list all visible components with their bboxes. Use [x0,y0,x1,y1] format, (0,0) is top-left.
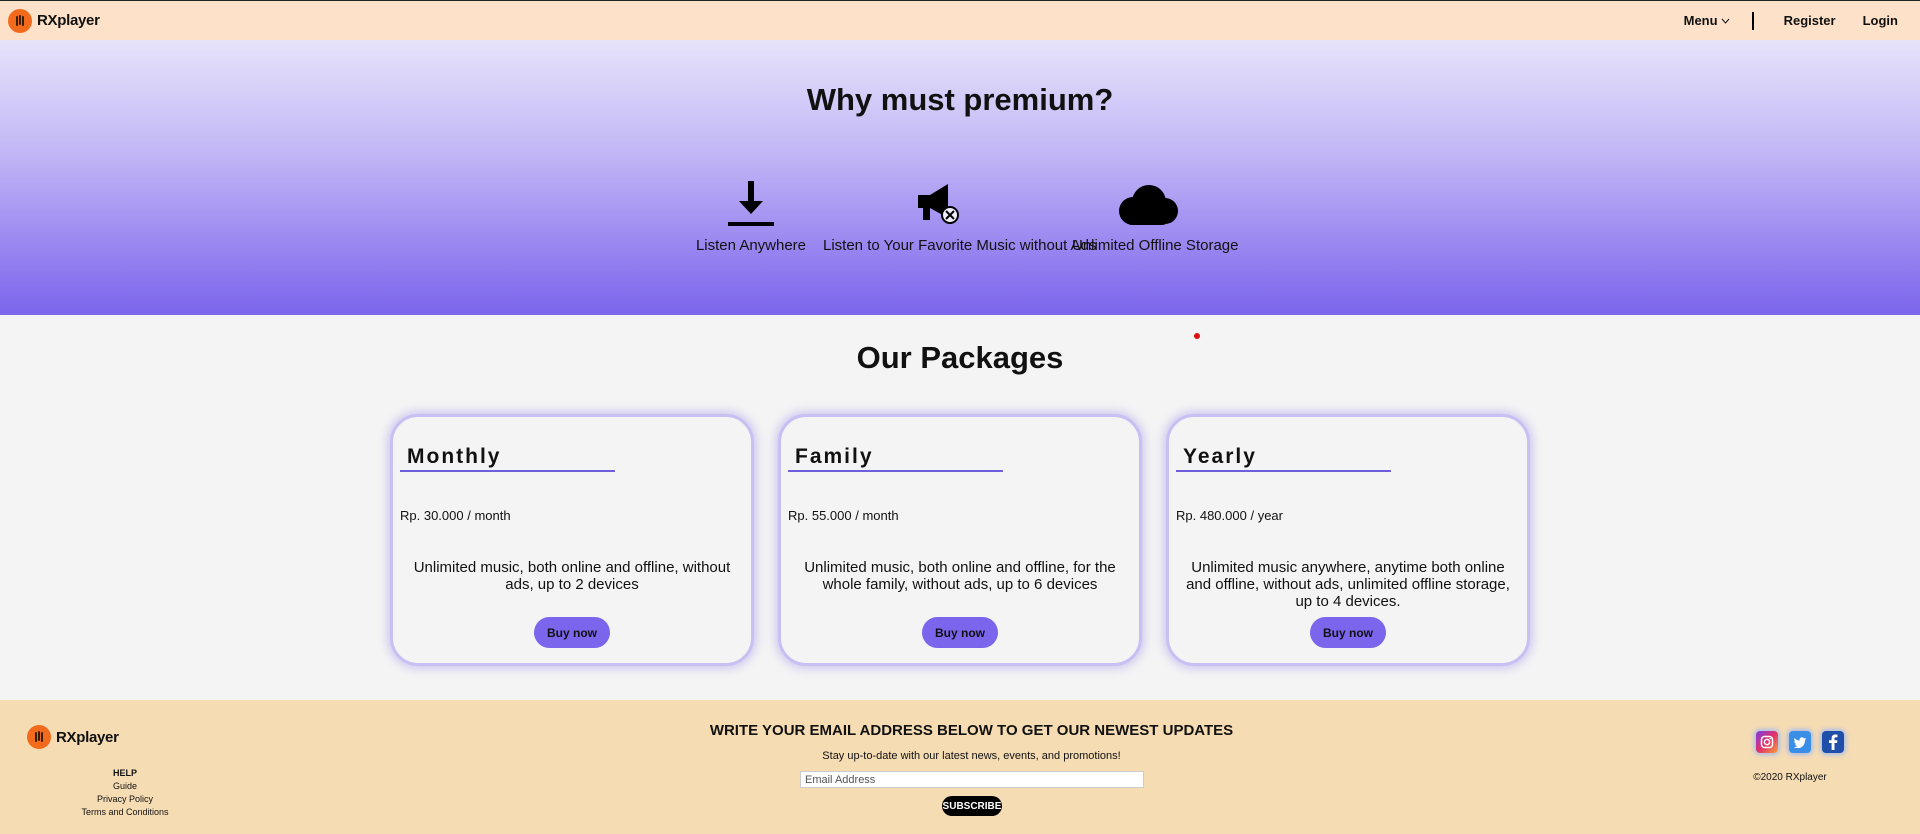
guide-link[interactable]: Guide [70,780,180,793]
package-card-monthly: Monthly Rp. 30.000 / month Unlimited mus… [390,414,754,666]
package-description: Unlimited music, both online and offline… [804,559,1116,593]
menu-dropdown[interactable]: Menu [1684,13,1730,28]
cloud-icon [1072,175,1222,227]
package-name-underline [788,470,1003,472]
package-card-family: Family Rp. 55.000 / month Unlimited musi… [778,414,1142,666]
package-name-underline [400,470,615,472]
feature-label: Listen to Your Favorite Music without Ad… [823,237,1097,254]
social-links [1756,731,1844,753]
download-icon [695,175,807,227]
package-price: Rp. 55.000 / month [788,508,899,523]
price-value: Rp. 55.000 [788,508,852,523]
subscribe-button[interactable]: SUBSCRIBE [942,796,1002,816]
help-heading: HELP [112,768,137,778]
email-field[interactable] [800,771,1144,788]
buy-now-button[interactable]: Buy now [922,617,998,648]
copyright: ©2020 RXplayer [1753,772,1827,783]
buy-now-button[interactable]: Buy now [1310,617,1386,648]
twitter-icon[interactable] [1789,731,1811,753]
navbar: RXplayer Menu Register Login [0,0,1920,40]
package-card-yearly: Yearly Rp. 480.000 / year Unlimited musi… [1166,414,1530,666]
menu-label: Menu [1683,13,1718,28]
package-name: Monthly [407,445,502,468]
hero-title: Why must premium? [806,82,1114,117]
feature-offline-storage: Unlimited Offline Storage [1072,175,1239,254]
price-period: / month [467,508,511,523]
package-name-underline [1176,470,1391,472]
terms-link[interactable]: Terms and Conditions [70,806,180,819]
price-period: / year [1250,508,1283,523]
package-price: Rp. 30.000 / month [400,508,511,523]
feature-label: Listen Anywhere [695,237,807,254]
instagram-icon[interactable] [1756,731,1778,753]
facebook-icon[interactable] [1822,731,1844,753]
price-period: / month [855,508,899,523]
newsletter-subtitle: Stay up-to-date with our latest news, ev… [822,750,1121,762]
footer: RXplayer HELP Guide Privacy Policy Terms… [0,700,1920,834]
cursor-dot [1194,333,1200,339]
package-price: Rp. 480.000 / year [1176,508,1283,523]
hero-section: Why must premium? Listen Anywhere Listen… [0,40,1920,315]
logo-icon [8,8,32,33]
feature-listen-anywhere: Listen Anywhere [695,175,807,254]
login-link[interactable]: Login [1863,13,1898,28]
package-name: Family [795,445,874,468]
package-description: Unlimited music anywhere, anytime both o… [1186,559,1510,610]
packages-title: Our Packages [856,340,1064,375]
package-name: Yearly [1183,445,1257,468]
chevron-down-icon [1721,18,1729,24]
price-value: Rp. 30.000 [400,508,464,523]
megaphone-mute-icon [823,175,1053,227]
brand[interactable]: RXplayer [8,8,100,33]
feature-label: Unlimited Offline Storage [1072,237,1239,254]
newsletter-title: WRITE YOUR EMAIL ADDRESS BELOW TO GET OU… [709,722,1234,739]
buy-now-button[interactable]: Buy now [534,617,610,648]
footer-links: HELP Guide Privacy Policy Terms and Cond… [70,767,180,819]
nav-divider [1751,11,1754,30]
nav-links: Menu Register Login [1684,11,1912,30]
price-value: Rp. 480.000 [1176,508,1247,523]
register-link[interactable]: Register [1784,13,1836,28]
privacy-policy-link[interactable]: Privacy Policy [70,793,180,806]
package-description: Unlimited music, both online and offline… [413,559,731,593]
feature-no-ads: Listen to Your Favorite Music without Ad… [823,175,1097,254]
brand-name: RXplayer [37,12,100,29]
